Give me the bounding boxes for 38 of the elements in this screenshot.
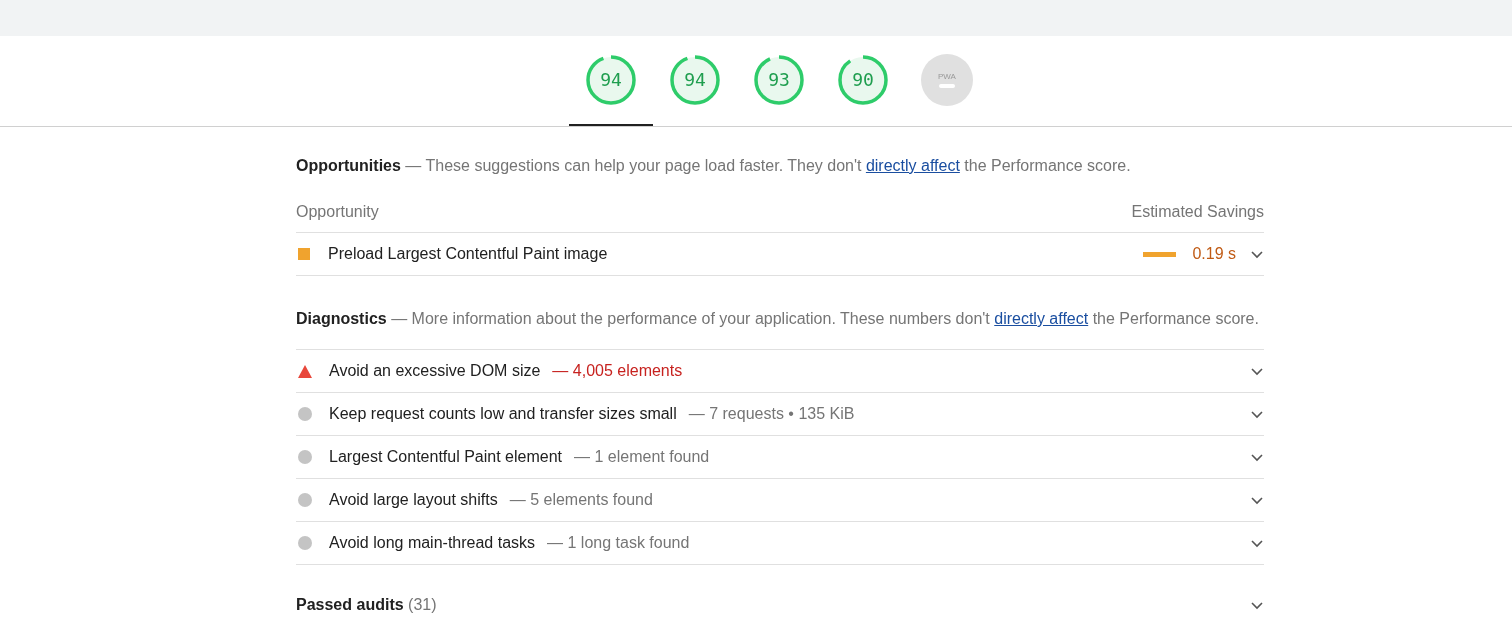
square-icon bbox=[298, 248, 310, 260]
circle-icon bbox=[298, 450, 312, 464]
section-description: Diagnostics — More information about the performance of your application. These numbers don't directly affect the Performance score. bbox=[296, 309, 1260, 329]
column-header: Opportunity bbox=[296, 202, 379, 222]
pwa-label: PWA bbox=[938, 72, 956, 81]
circle-icon bbox=[298, 407, 312, 421]
audit-row[interactable]: Avoid long main-thread tasks — 1 long task found bbox=[296, 522, 1264, 565]
section-description: Opportunities — These suggestions can help your page load faster. They don't directly affect the Performance score. bbox=[296, 156, 1132, 176]
triangle-icon bbox=[298, 364, 312, 378]
audit-row[interactable]: Keep request counts low and transfer sizes small — 7 requests • 135 KiB bbox=[296, 393, 1264, 436]
savings-value: 0.19 s bbox=[1192, 244, 1236, 264]
circle-icon bbox=[298, 493, 312, 507]
score-value: 94 bbox=[600, 71, 622, 89]
audit-row[interactable]: Preload Largest Contentful Paint image 0.19 s bbox=[296, 233, 1264, 276]
circle-icon bbox=[298, 536, 312, 550]
audit-detail: — 4,005 elements bbox=[552, 361, 684, 381]
audit-row[interactable]: Largest Contentful Paint element — 1 element found bbox=[296, 436, 1264, 479]
passed-audits-title: Passed audits (31) bbox=[296, 595, 437, 615]
directly-affect-link[interactable]: directly affect bbox=[865, 157, 960, 174]
audit-title: Largest Contentful Paint element bbox=[329, 447, 563, 467]
audit-detail: — 5 elements found bbox=[509, 490, 654, 510]
audit-detail: — 7 requests • 135 KiB bbox=[688, 404, 856, 424]
score-value: 90 bbox=[852, 71, 874, 89]
audit-title: Preload Largest Contentful Paint image bbox=[328, 244, 609, 264]
passed-audits-header[interactable]: Passed audits (31) bbox=[296, 565, 1264, 617]
audit-title: Avoid long main-thread tasks bbox=[329, 533, 536, 553]
audit-title: Avoid large layout shifts bbox=[329, 490, 498, 510]
audit-row[interactable]: Avoid an excessive DOM size — 4,005 elements bbox=[296, 350, 1264, 393]
column-header: Estimated Savings bbox=[1131, 202, 1264, 222]
audit-detail: — 1 element found bbox=[574, 447, 711, 467]
audit-row[interactable]: Avoid large layout shifts — 5 elements found bbox=[296, 479, 1264, 522]
directly-affect-link[interactable]: directly affect bbox=[994, 310, 1089, 327]
dash-icon bbox=[939, 83, 955, 88]
audit-detail: — 1 long task found bbox=[547, 533, 691, 553]
audit-title: Avoid an excessive DOM size bbox=[329, 361, 541, 381]
score-value: 94 bbox=[684, 71, 706, 89]
score-value: 93 bbox=[768, 71, 790, 89]
audit-title: Keep request counts low and transfer sizes small bbox=[329, 404, 677, 424]
